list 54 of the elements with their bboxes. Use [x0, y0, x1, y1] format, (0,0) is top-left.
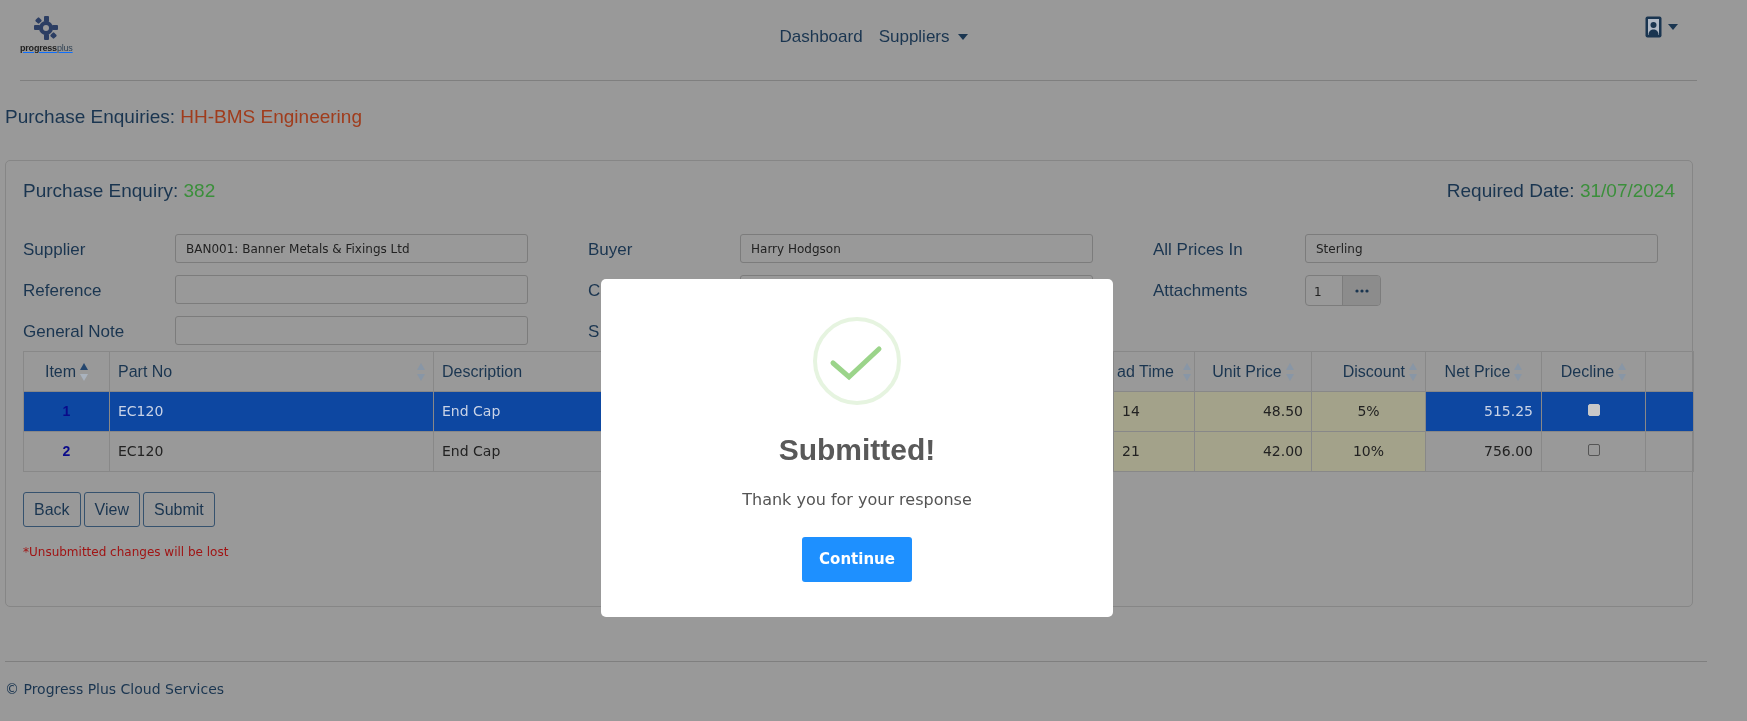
logo-text: progress: [20, 43, 57, 53]
field-label: S: [588, 320, 601, 343]
check-icon: [811, 315, 903, 407]
table-cell: 1: [23, 391, 110, 432]
enquiry-number: 382: [183, 180, 216, 201]
checkbox[interactable]: [1587, 444, 1600, 456]
continue-button[interactable]: Continue: [802, 537, 912, 582]
footer-text: © Progress Plus Cloud Services: [4, 680, 226, 699]
attachment-count: 1: [1313, 284, 1323, 301]
table-cell: 2: [23, 431, 110, 472]
dialog-title: Submitted!: [778, 432, 936, 468]
required-date-label: Required Date:: [1446, 180, 1576, 201]
field-label: General Note: [23, 320, 126, 343]
field-label: Attachments: [1153, 279, 1249, 302]
user-menu[interactable]: [1645, 16, 1678, 38]
logo[interactable]: progressplus: [20, 16, 73, 53]
required-date: 31/07/2024: [1579, 180, 1675, 201]
page-title-label: Purchase Enquiries:: [5, 106, 177, 127]
input-field[interactable]: [175, 275, 528, 304]
more-button[interactable]: [1342, 276, 1380, 305]
field-label: All Prices In: [1153, 238, 1244, 261]
nav-link[interactable]: Dashboard: [779, 24, 863, 50]
column-header[interactable]: Description: [442, 359, 523, 384]
column-header[interactable]: Part No: [118, 359, 173, 384]
user-icon: [1645, 16, 1662, 38]
table-cell: 756.00: [1425, 431, 1542, 472]
editable-cell: 5%: [1311, 391, 1426, 432]
enquiry-label: Purchase Enquiry:: [23, 180, 180, 201]
field-label: Reference: [23, 279, 103, 302]
table-cell: EC120: [109, 431, 434, 472]
dialog-message: Thank you for your response: [742, 489, 972, 511]
editable-cell: 42.00: [1194, 431, 1312, 472]
field-label: Buyer: [588, 238, 634, 261]
more-icon: [1354, 288, 1369, 293]
editable-cell: 21: [1113, 431, 1195, 472]
table-cell: EC120: [109, 391, 434, 432]
input-field[interactable]: Sterling: [1305, 234, 1658, 263]
logo-text: plus: [56, 43, 73, 53]
editable-cell: 14: [1113, 391, 1195, 432]
field-label: C: [588, 279, 602, 302]
customer-name: HH-BMS Engineering: [180, 106, 362, 127]
warning-note: *Unsubmitted changes will be lost: [23, 544, 229, 562]
action-button[interactable]: View: [83, 492, 140, 528]
field-label: Supplier: [23, 238, 87, 261]
nav-dropdown[interactable]: Suppliers: [878, 24, 968, 50]
table-cell: 515.25: [1425, 391, 1542, 432]
editable-cell: 48.50: [1194, 391, 1312, 432]
input-field[interactable]: Harry Hodgson: [740, 234, 1093, 263]
action-button[interactable]: Submit: [142, 492, 215, 528]
input-field[interactable]: BAN001: Banner Metals & Fixings Ltd: [175, 234, 528, 263]
input-field[interactable]: [175, 316, 528, 345]
gear-icon: [33, 16, 60, 40]
action-button[interactable]: Back: [23, 492, 81, 528]
editable-cell: 10%: [1311, 431, 1426, 472]
